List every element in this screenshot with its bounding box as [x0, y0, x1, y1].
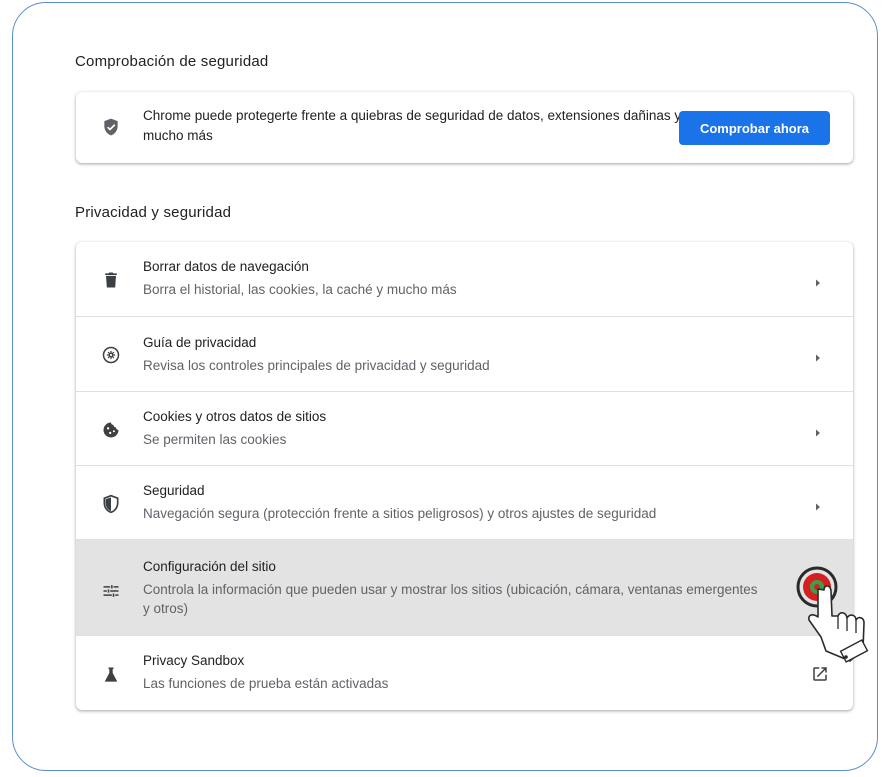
arrow-right-icon[interactable] [813, 275, 823, 287]
safety-check-description: Chrome puede protegerte frente a quiebra… [143, 108, 682, 143]
row-site-settings[interactable]: Configuración del sitio Controla la info… [76, 539, 853, 635]
safety-check-card: Chrome puede protegerte frente a quiebra… [76, 92, 853, 163]
row-sublabel: Navegación segura (protección frente a s… [143, 506, 657, 521]
trash-icon [101, 270, 121, 290]
open-external-icon[interactable] [811, 665, 829, 683]
row-label: Configuración del sitio [143, 559, 276, 574]
arrow-right-icon[interactable] [813, 350, 823, 362]
row-sublabel: Controla la información que pueden usar … [143, 582, 758, 616]
tune-icon [101, 581, 121, 601]
shield-check-icon [101, 117, 121, 137]
row-label: Guía de privacidad [143, 335, 257, 350]
flask-icon [101, 665, 121, 685]
cookie-icon [101, 420, 121, 440]
arrow-right-icon[interactable] [813, 425, 823, 437]
shield-icon [101, 494, 121, 514]
row-privacy-guide[interactable]: Guía de privacidad Revisa los controles … [76, 316, 853, 391]
row-sublabel: Borra el historial, las cookies, la cach… [143, 282, 457, 297]
compass-icon [101, 345, 121, 365]
row-label: Privacy Sandbox [143, 653, 245, 668]
section-title-privacy: Privacidad y seguridad [75, 204, 232, 221]
row-cookies[interactable]: Cookies y otros datos de sitios Se permi… [76, 391, 853, 465]
click-indicator-cursor [788, 565, 878, 665]
row-sublabel: Revisa los controles principales de priv… [143, 358, 490, 373]
row-label: Borrar datos de navegación [143, 259, 309, 274]
privacy-settings-card: Borrar datos de navegación Borra el hist… [76, 242, 853, 710]
arrow-right-icon[interactable] [813, 499, 823, 511]
row-privacy-sandbox[interactable]: Privacy Sandbox Las funciones de prueba … [76, 635, 853, 710]
row-sublabel: Se permiten las cookies [143, 432, 287, 447]
row-label: Seguridad [143, 483, 205, 498]
check-now-button[interactable]: Comprobar ahora [679, 111, 830, 145]
row-clear-browsing-data[interactable]: Borrar datos de navegación Borra el hist… [76, 242, 853, 316]
section-title-safety-check: Comprobación de seguridad [75, 53, 269, 70]
row-sublabel: Las funciones de prueba están activadas [143, 676, 389, 691]
row-label: Cookies y otros datos de sitios [143, 409, 327, 424]
row-security[interactable]: Seguridad Navegación segura (protección … [76, 465, 853, 539]
